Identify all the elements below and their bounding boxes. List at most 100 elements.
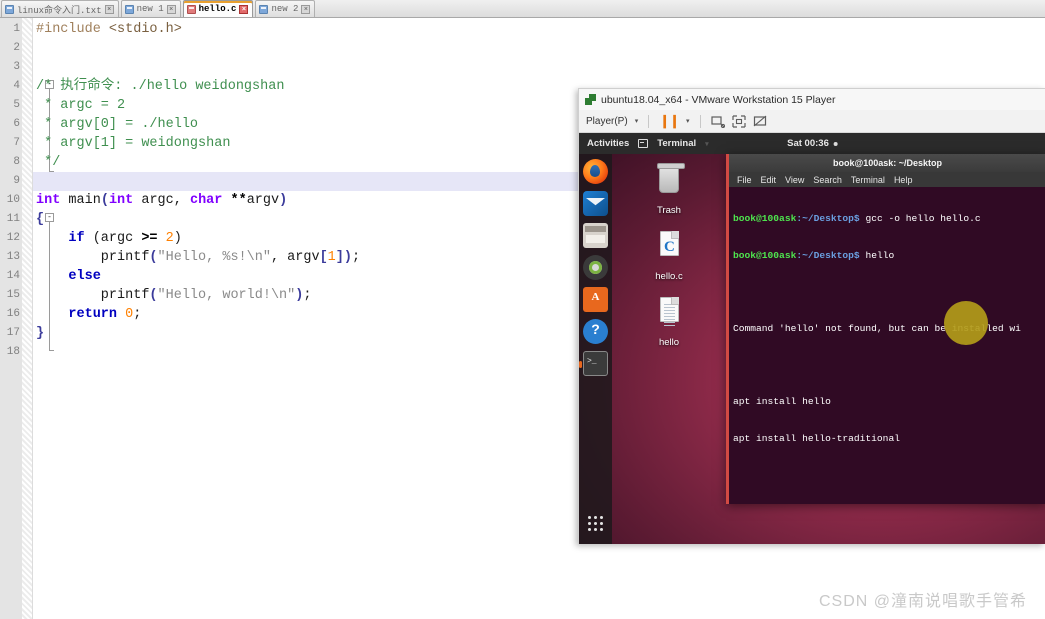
line-number: 4 (13, 80, 20, 92)
gnome-top-bar: Activities Terminal ▾ Sat 00:36 (579, 133, 1045, 154)
tab-close-icon[interactable]: × (301, 4, 311, 14)
executable-file-icon (660, 297, 679, 326)
vmware-toolbar[interactable]: Player(P) ▾ ❙❙ ▾ (579, 110, 1045, 133)
line-number: 18 (6, 346, 20, 358)
editor-tab-hello-c[interactable]: hello.c × (182, 0, 254, 17)
desktop-icon-label: hello.c (655, 271, 683, 282)
vmware-player-window[interactable]: ubuntu18.04_x64 - VMware Workstation 15 … (578, 88, 1045, 544)
dock-item-terminal[interactable] (579, 351, 608, 376)
dock-item-rhythmbox[interactable] (583, 255, 608, 280)
clock[interactable]: Sat 00:36 (787, 138, 838, 149)
ubuntu-guest-screen[interactable]: Activities Terminal ▾ Sat 00:36 A ? >_ T… (579, 133, 1045, 544)
editor-tab-new-1[interactable]: new 1 × (120, 0, 181, 17)
line-number: 3 (13, 61, 20, 73)
desktop-icon-hello[interactable]: hello (632, 294, 706, 348)
menu-search[interactable]: Search (813, 175, 842, 185)
c-file-icon (186, 4, 196, 14)
terminal-line: book@100ask:~/Desktop$ hello (733, 250, 895, 262)
dock-item-thunderbird[interactable] (583, 191, 608, 216)
menu-help[interactable]: Help (894, 175, 913, 185)
menu-view[interactable]: View (785, 175, 804, 185)
line-number: 1 (13, 23, 20, 35)
tab-close-icon[interactable]: × (166, 4, 176, 14)
menu-edit[interactable]: Edit (761, 175, 777, 185)
desktop-icon-label: Trash (657, 205, 681, 216)
vmware-title-bar: ubuntu18.04_x64 - VMware Workstation 15 … (579, 89, 1045, 110)
terminal-line: apt install hello (733, 396, 831, 408)
active-app-name[interactable]: Terminal (657, 138, 696, 149)
line-number: 8 (13, 156, 20, 168)
editor-tab-linux-commands[interactable]: linux命令入门.txt × (1, 0, 119, 17)
desktop-icon-list: Trash C hello.c hello (632, 162, 706, 360)
dock-item-firefox[interactable] (583, 159, 608, 184)
line-number-gutter: 1 2 3 4 5 6 7 8 9 10 11 12 13 14 15 16 1… (0, 18, 22, 619)
terminal-menu-bar[interactable]: File Edit View Search Terminal Help (729, 172, 1045, 187)
editor-tab-label: new 1 (136, 4, 164, 14)
terminal-command: gcc -o hello hello.c (859, 213, 981, 225)
line-number: 10 (6, 194, 20, 206)
desktop-icon-label: hello (658, 337, 680, 348)
ubuntu-desktop[interactable]: Trash C hello.c hello book@100ask: ~/Des… (579, 154, 1045, 544)
editor-tab-new-2[interactable]: new 2 × (255, 0, 316, 17)
text-file-icon (5, 4, 14, 14)
dock-item-help[interactable] (583, 319, 608, 344)
editor-tab-label: linux命令入门.txt (17, 5, 102, 16)
chevron-down-icon[interactable]: ▾ (686, 117, 690, 125)
desktop-icon-hello-c[interactable]: C hello.c (632, 228, 706, 282)
clock-text: Sat 00:36 (787, 138, 829, 149)
terminal-output[interactable]: book@100ask:~/Desktop$ gcc -o hello hell… (729, 187, 1045, 504)
prompt-user: book@100ask (733, 213, 797, 225)
terminal-title-bar: book@100ask: ~/Desktop (729, 154, 1045, 172)
editor-tab-label: hello.c (198, 4, 237, 14)
trash-icon (657, 163, 685, 193)
tab-close-icon[interactable]: × (239, 4, 249, 14)
line-number: 9 (13, 175, 20, 187)
show-applications-icon[interactable] (584, 512, 607, 535)
vmware-logo-icon (585, 94, 596, 105)
line-number: 12 (6, 232, 20, 244)
terminal-window[interactable]: book@100ask: ~/Desktop File Edit View Se… (726, 154, 1045, 504)
chevron-down-icon[interactable]: ▾ (635, 117, 639, 125)
prompt-path: :~/Desktop$ (796, 213, 860, 225)
activities-button[interactable]: Activities (587, 138, 629, 149)
menu-terminal[interactable]: Terminal (851, 175, 885, 185)
c-source-file-icon: C (660, 231, 679, 256)
terminal-title-text: book@100ask: ~/Desktop (832, 158, 943, 168)
code-line: #include <stdio.h> (36, 22, 182, 37)
text-file-icon (259, 4, 269, 14)
line-number: 17 (6, 327, 20, 339)
line-number: 6 (13, 118, 20, 130)
toolbar-divider (699, 114, 701, 128)
tab-close-icon[interactable]: × (104, 4, 114, 14)
send-ctrl-alt-del-icon[interactable] (710, 115, 725, 128)
ubuntu-dock[interactable] (579, 154, 612, 544)
dock-item-files[interactable] (583, 223, 608, 248)
line-number: 11 (6, 213, 20, 225)
line-number: 16 (6, 308, 20, 320)
player-menu-button[interactable]: Player(P) (586, 116, 628, 127)
line-number: 14 (6, 270, 20, 282)
dock-item-libreoffice-writer[interactable] (583, 287, 608, 312)
chevron-down-icon[interactable]: ▾ (705, 140, 709, 148)
desktop-icon-trash[interactable]: Trash (632, 162, 706, 216)
notification-dot-icon (833, 141, 838, 146)
line-number: 7 (13, 137, 20, 149)
terminal-line: apt install hello-traditional (733, 433, 900, 445)
pause-icon[interactable]: ❙❙ (659, 113, 680, 129)
menu-file[interactable]: File (737, 175, 752, 185)
vmware-window-title: ubuntu18.04_x64 - VMware Workstation 15 … (601, 93, 836, 106)
line-number: 13 (6, 251, 20, 263)
watermark: CSDN @潼南说唱歌手管希 (818, 593, 1027, 610)
line-number: 5 (13, 99, 20, 111)
unity-mode-icon[interactable] (731, 114, 746, 128)
full-screen-icon[interactable] (753, 115, 767, 128)
line-number: 2 (13, 42, 20, 54)
line-number: 15 (6, 289, 20, 301)
code-folding-margin[interactable]: - - (22, 18, 54, 619)
toolbar-divider (648, 114, 650, 128)
